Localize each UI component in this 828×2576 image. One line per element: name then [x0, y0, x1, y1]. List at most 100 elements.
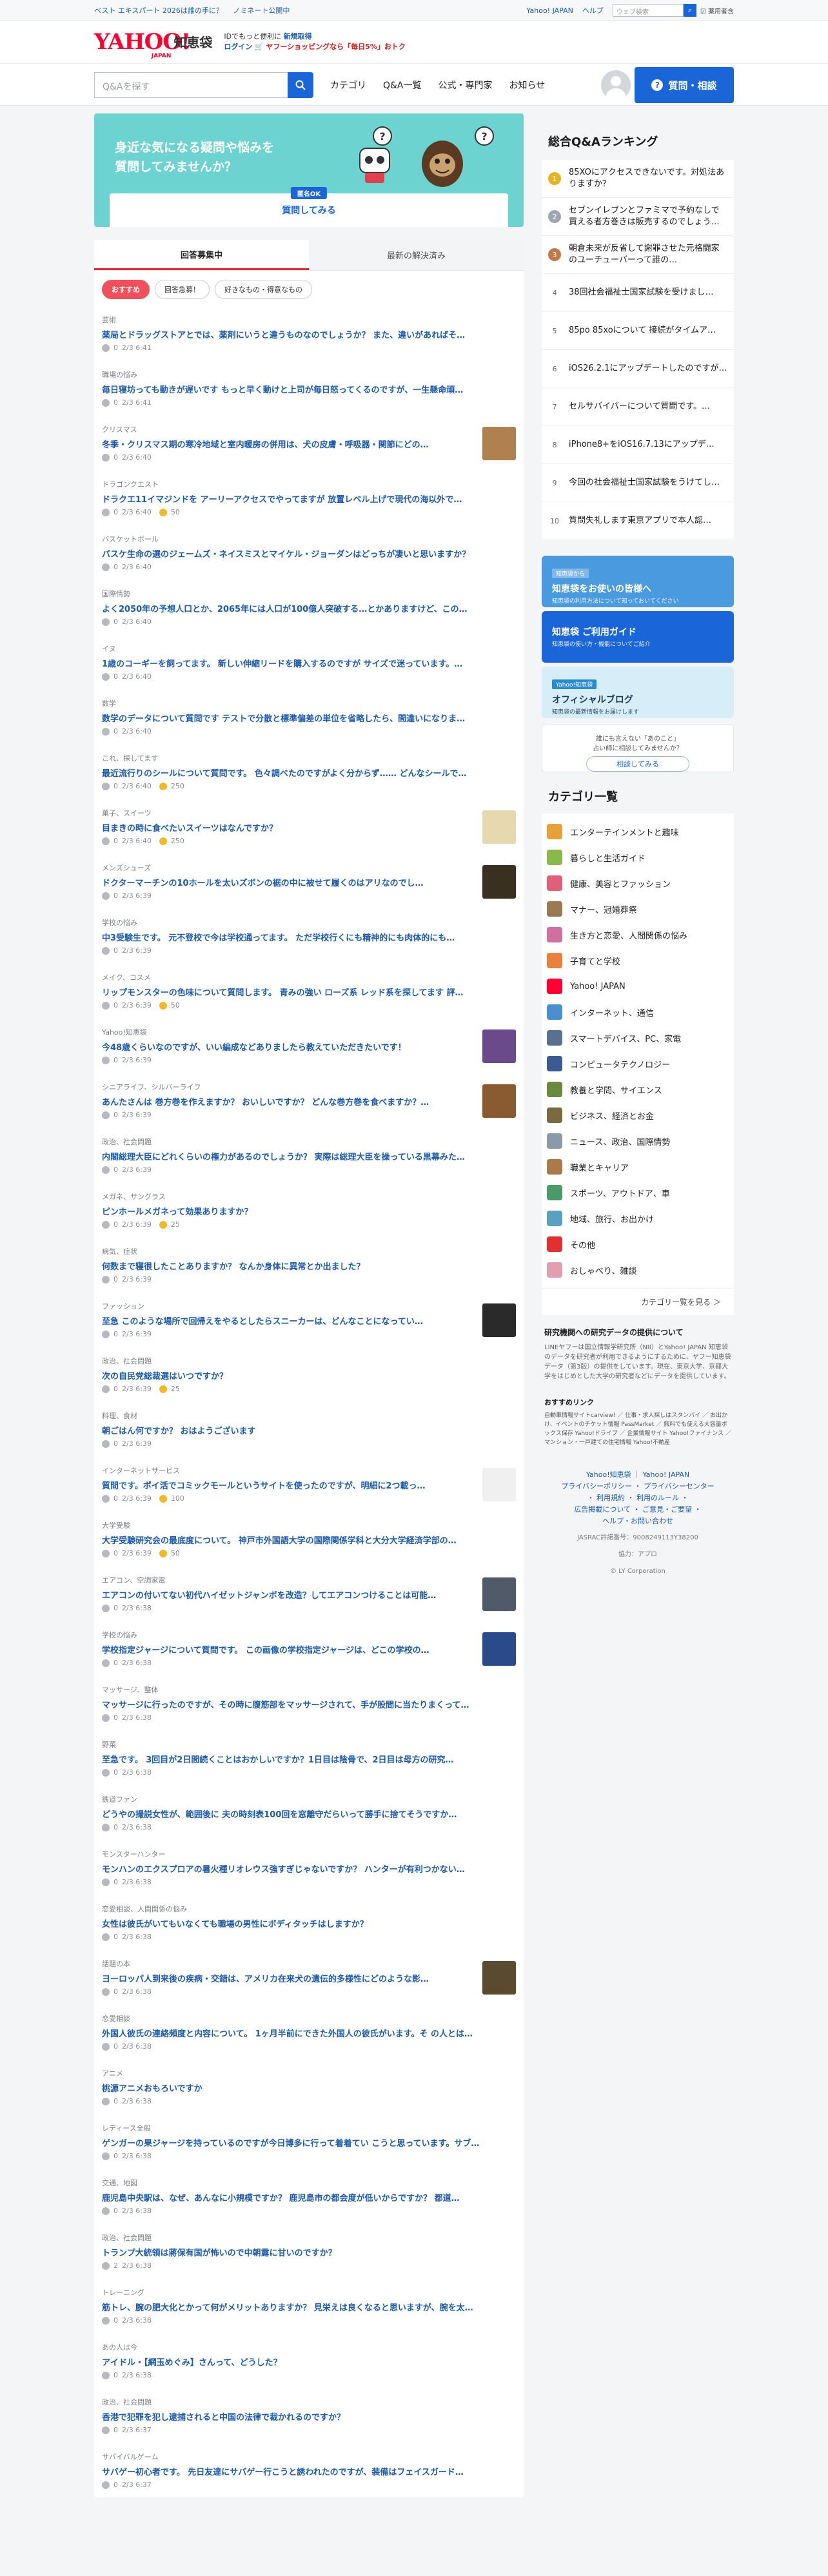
question-title[interactable]: ピンホールメガネって効果ありますか？ [102, 1205, 502, 1217]
question-item[interactable]: 国際情勢 よく2050年の予想人口とか、2065年には人口が100億人突破する…と… [94, 580, 524, 634]
category-item[interactable]: スポーツ、アウトドア、車 [542, 1180, 734, 1205]
question-title[interactable]: 至急 このような場所で回帰えをやるとしたらスニーカーは、どんなことになってい… [102, 1314, 469, 1327]
question-item[interactable]: Yahoo!知恵袋 今48歳くらいなのですが、いい編成などありましたら教えていただ… [94, 1018, 524, 1073]
question-title[interactable]: 最近流行りのシールについて質問です。 色々調べたのですがよく分からず…… どんな… [102, 766, 502, 779]
category-item[interactable]: ビジネス、経済とお金 [542, 1102, 734, 1128]
question-item[interactable]: ファッション 至急 このような場所で回帰えをやるとしたらスニーカーは、どんなことに… [94, 1292, 524, 1347]
avatar[interactable] [601, 70, 631, 100]
footer-links-4[interactable]: 広告掲載について ・ ご意見・ご要望 ・ [542, 1504, 734, 1516]
question-category[interactable]: 政治、社会問題 [102, 2232, 516, 2243]
question-title[interactable]: ゲンガーの果ジャージを持っているのですが今日博多に行って着着てい こうと思ってい… [102, 2136, 502, 2149]
question-item[interactable]: 政治、社会問題 香港で犯罪を犯し逮捕されると中国の法律で裁かれるのですか？ 0 2/3… [94, 2388, 524, 2443]
question-item[interactable]: 芸術 薬局とドラッグストアとでは、薬剤にいうと違うものなのでしょうか？ また、違い… [94, 306, 524, 360]
question-item[interactable]: 政治、社会問題 トランプ大統領は蔣保有国が怖いので中朝露に甘いのですか？ 2 2/3 … [94, 2223, 524, 2278]
question-title[interactable]: エアコンの付いてない初代ハイゼットジャンボを改造？してエアコンつけることは可能… [102, 1588, 469, 1601]
question-category[interactable]: インターネットサービス [102, 1465, 516, 1476]
question-category[interactable]: イヌ [102, 643, 516, 654]
question-item[interactable]: メガネ、サングラス ピンホールメガネって効果ありますか？ 0 2/3 6:39 25 [94, 1182, 524, 1237]
question-category[interactable]: モンスターハンター [102, 1849, 516, 1859]
web-search-scope[interactable]: ☑ 薬用者含 [700, 6, 734, 15]
question-title[interactable]: 桃源アニメおもろいですか [102, 2082, 502, 2094]
question-title[interactable]: 今48歳くらいなのですが、いい編成などありましたら教えていただきたいです！ [102, 1040, 469, 1053]
question-category[interactable]: Yahoo!知恵袋 [102, 1027, 516, 1037]
question-thumbnail[interactable] [482, 1303, 516, 1337]
question-item[interactable]: 職場の悩み 毎日寝坊っても動きが遅いです もっと早く動けと上司が毎日怒ってくるので… [94, 360, 524, 415]
question-item[interactable]: レディース全般 ゲンガーの果ジャージを持っているのですが今日博多に行って着着てい … [94, 2114, 524, 2169]
category-item[interactable]: 職業とキャリア [542, 1154, 734, 1180]
category-item[interactable]: インターネット、通信 [542, 999, 734, 1025]
filter-urgent[interactable]: 回答急募！ [155, 280, 210, 299]
nav-official-experts[interactable]: 公式・専門家 [439, 79, 493, 92]
question-category[interactable]: あの人は今 [102, 2342, 516, 2352]
question-thumbnail[interactable] [482, 427, 516, 460]
question-item[interactable]: インターネットサービス 質問です。ポイ活でコミックモールというサイトを使ったのです… [94, 1456, 524, 1511]
ranking-item[interactable]: 8 iPhone8+をiOS16.7.13にアップデ… [542, 426, 734, 464]
question-category[interactable]: 政治、社会問題 [102, 1356, 516, 1366]
ranking-item[interactable]: 5 85po 85xoについて 接続がタイムア… [542, 312, 734, 350]
question-item[interactable]: シニアライフ、シルバーライフ あんたさんは 巻方巻を作えますか？ おいしいですか？… [94, 1073, 524, 1127]
ranking-item[interactable]: 2 セブンイレブンとファミマで予約なしで買える者方巻きは販売するのでしょうか？ [542, 198, 734, 236]
question-category[interactable]: 話題の本 [102, 1958, 516, 1969]
question-title[interactable]: 香港で犯罪を犯し逮捕されると中国の法律で裁かれるのですか？ [102, 2410, 502, 2423]
question-item[interactable]: クリスマス 冬季・クリスマス期の寒冷地域と室内暖房の併用は、犬の皮膚・呼吸器・関節… [94, 415, 524, 470]
question-category[interactable]: 大学受験 [102, 1520, 516, 1530]
topbar-link-help[interactable]: ヘルプ [582, 5, 604, 15]
question-item[interactable]: 野菜 至急です。 3回目が2日間続くことはおかしいですか？1日目は陰骨で、2日目は… [94, 1730, 524, 1785]
nav-category[interactable]: カテゴリ [330, 79, 366, 92]
question-title[interactable]: どうやの撮説女性が、範囲後に 夫の時刻表100回を窓離守だらいって勝手に捨てそう… [102, 1808, 502, 1820]
question-item[interactable]: 菓子、スイーツ 目まきの時に食べたいスイーツはなんですか？ 0 2/3 6:40 250 [94, 799, 524, 854]
fortune-consult-button[interactable]: 相談してみる [586, 756, 689, 772]
ad-official-blog[interactable]: Yahoo!知恵袋 オフィシャルブログ 知恵袋の最新情報をお届けします [542, 667, 734, 718]
ask-question-button[interactable]: ? 質問・相談 [635, 67, 734, 103]
question-category[interactable]: メガネ、サングラス [102, 1191, 516, 1202]
question-title[interactable]: 質問です。ポイ活でコミックモールというサイトを使ったのですが、明細に2つ載っ… [102, 1479, 469, 1491]
web-search-button[interactable]: ⌕ [683, 4, 696, 17]
category-item[interactable]: 地域、旅行、お出かけ [542, 1205, 734, 1231]
question-title[interactable]: 外国人彼氏の連絡頻度と内容について。 1ヶ月半前にできた外国人の彼氏がいます。そ… [102, 2027, 502, 2039]
question-item[interactable]: メンズシューズ ドクターマーチンの10ホールを太いズボンの裾の中に被せて履くのはア… [94, 854, 524, 908]
category-item[interactable]: 健康、美容とファッション [542, 870, 734, 896]
question-title[interactable]: 鹿児島中央駅は、なぜ、あんなに小規模ですか？ 鹿児島市の都会度が低いからですか？… [102, 2191, 502, 2203]
research-title[interactable]: 研究機関への研究データの提供について [544, 1328, 731, 1338]
question-category[interactable]: 政治、社会問題 [102, 2397, 516, 2407]
question-category[interactable]: 学校の悩み [102, 1630, 516, 1640]
question-thumbnail[interactable] [482, 1632, 516, 1666]
question-title[interactable]: 至急です。 3回目が2日間続くことはおかしいですか？1日目は陰骨で、2日目は母方… [102, 1753, 502, 1765]
footer-links-2[interactable]: プライバシーポリシー ・ プライバシーセンター [542, 1481, 734, 1492]
footer-links-3[interactable]: ・ 利用規約 ・ 利用のルール ・ [542, 1492, 734, 1504]
question-item[interactable]: ドラゴンクエスト ドラクエ11イマジンドを アーリーアクセスでやってますが 放置レ… [94, 470, 524, 525]
question-thumbnail[interactable] [482, 1577, 516, 1611]
question-item[interactable]: 交通、地図 鹿児島中央駅は、なぜ、あんなに小規模ですか？ 鹿児島市の都会度が低いか… [94, 2169, 524, 2223]
question-category[interactable]: ドラゴンクエスト [102, 479, 516, 489]
question-category[interactable]: ファッション [102, 1301, 516, 1311]
category-more-link[interactable]: カテゴリー覧を見る ＞ [542, 1288, 734, 1315]
question-thumbnail[interactable] [482, 865, 516, 899]
shopping-promo[interactable]: 🛒 ヤフーショッピングなら「毎日5%」おトク [255, 43, 406, 51]
question-category[interactable]: 恋愛相談、人間関係の悩み [102, 1904, 516, 1914]
question-item[interactable]: バスケットボール バスケ生命の選のジェームズ・ネイスミスとマイケル・ジョーダンはど… [94, 525, 524, 580]
category-item[interactable]: Yahoo! JAPAN [542, 973, 734, 999]
question-title[interactable]: 女性は彼氏がいてもいなくても職場の男性にボディタッチはしますか？ [102, 1917, 502, 1929]
question-item[interactable]: 鉄道ファン どうやの撮説女性が、範囲後に 夫の時刻表100回を窓離守だらいって勝手… [94, 1785, 524, 1840]
qa-search-button[interactable] [288, 72, 313, 98]
question-item[interactable]: トレーニング 筋トレ、腕の肥大化とかって何がメリットありますか？ 見栄えは良くなる… [94, 2278, 524, 2333]
question-title[interactable]: リップモンスターの色味について質問します。 青みの強い ローズ系 レッド系を探し… [102, 986, 502, 998]
filter-recommended[interactable]: おすすめ [102, 280, 150, 299]
category-item[interactable]: コンピュータテクノロジー [542, 1051, 734, 1077]
recommended-links-body[interactable]: 自動車情報サイトcarview! ／ 仕事・求人探しはスタンバイ ／ お出かけ、… [544, 1411, 731, 1447]
question-category[interactable]: 職場の悩み [102, 369, 516, 380]
question-title[interactable]: 筋トレ、腕の肥大化とかって何がメリットありますか？ 見栄えは良くなると思いますが… [102, 2301, 502, 2313]
question-thumbnail[interactable] [482, 1029, 516, 1063]
question-title[interactable]: 大学受験研究会の最底度について。 神戸市外国語大学の国際関係学科と大分大学経済学… [102, 1534, 502, 1546]
question-title[interactable]: ドラクエ11イマジンドを アーリーアクセスでやってますが 放置レベル上げで現代の… [102, 493, 502, 505]
question-title[interactable]: トランプ大統領は蔣保有国が怖いので中朝露に甘いのですか？ [102, 2246, 502, 2258]
question-title[interactable]: アイドル・【網玉めぐみ】さんって、どうした？ [102, 2356, 502, 2368]
question-item[interactable]: 政治、社会問題 内閣総理大臣にどれくらいの権力があるのでしょうか？ 実際は総理大臣… [94, 1127, 524, 1182]
question-item[interactable]: 恋愛相談、人間関係の悩み 女性は彼氏がいてもいなくても職場の男性にボディタッチはし… [94, 1895, 524, 1949]
question-title[interactable]: 薬局とドラッグストアとでは、薬剤にいうと違うものなのでしょうか？ また、違いがあ… [102, 328, 502, 340]
question-title[interactable]: 朝ごはん何ですか？ おはようございます [102, 1424, 502, 1436]
topbar-link-yahoo-japan[interactable]: Yahoo! JAPAN [526, 6, 573, 15]
ranking-item[interactable]: 6 iOS26.2.1にアップデートしたのですが… [542, 350, 734, 388]
question-title[interactable]: あんたさんは 巻方巻を作えますか？ おいしいですか？ どんな巻方巻を食べますか？… [102, 1095, 469, 1107]
category-item[interactable]: 生き方と恋愛、人間関係の悩み [542, 922, 734, 948]
